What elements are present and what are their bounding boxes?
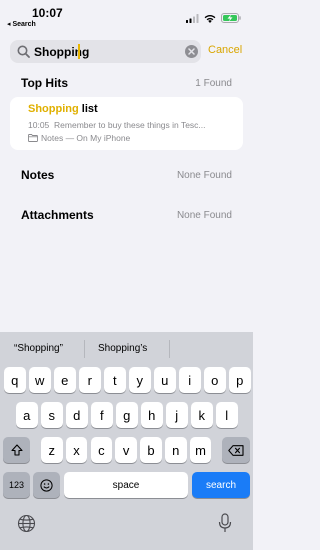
shift-icon — [10, 444, 23, 456]
emoji-icon — [40, 478, 53, 492]
key-c[interactable]: c — [90, 437, 113, 463]
suggestion-divider — [84, 340, 85, 358]
suggestion-divider — [169, 340, 170, 358]
attachments-section-title: Attachments — [21, 208, 94, 222]
result-snippet: Remember to buy these things in Tesc... — [54, 120, 206, 130]
status-time: 10:07 — [32, 6, 63, 20]
key-r[interactable]: r — [79, 367, 101, 393]
notes-section-title: Notes — [21, 168, 55, 182]
suggestion-1[interactable]: “Shopping” — [14, 343, 63, 354]
top-hits-title: Top Hits — [21, 76, 69, 90]
globe-icon[interactable] — [17, 514, 36, 533]
notes-count: None Found — [176, 170, 232, 181]
key-m[interactable]: m — [189, 437, 212, 463]
key-s[interactable]: s — [41, 402, 63, 428]
key-y[interactable]: y — [129, 367, 151, 393]
key-e[interactable]: e — [54, 367, 76, 393]
result-title: Shopping list — [28, 103, 98, 115]
status-icons — [186, 13, 241, 23]
wifi-icon — [204, 14, 216, 23]
search-input[interactable] — [34, 44, 174, 59]
key-u[interactable]: u — [154, 367, 176, 393]
suggestion-2[interactable]: Shopping’s — [98, 343, 147, 354]
key-q[interactable]: q — [4, 367, 26, 393]
key-g[interactable]: g — [116, 402, 138, 428]
key-t[interactable]: t — [104, 367, 126, 393]
delete-icon — [228, 444, 244, 456]
key-k[interactable]: k — [191, 402, 213, 428]
key-l[interactable]: l — [216, 402, 238, 428]
key-n[interactable]: n — [165, 437, 187, 463]
key-x[interactable]: x — [65, 437, 88, 463]
key-o[interactable]: o — [204, 367, 226, 393]
search-key[interactable]: search — [192, 472, 250, 498]
key-h[interactable]: h — [141, 402, 163, 428]
shift-key[interactable] — [3, 437, 30, 463]
delete-key[interactable] — [222, 437, 250, 463]
result-preview: 10:05 Remember to buy these things in Te… — [28, 120, 236, 130]
clear-icon — [188, 48, 195, 55]
microphone-icon[interactable] — [218, 513, 232, 533]
attachments-count: None Found — [176, 210, 232, 221]
emoji-key[interactable] — [33, 472, 60, 498]
top-hits-count: 1 Found — [195, 78, 232, 89]
key-p[interactable]: p — [229, 367, 251, 393]
numbers-key[interactable]: 123 — [3, 472, 30, 498]
key-j[interactable]: j — [166, 402, 188, 428]
cancel-button[interactable]: Cancel — [208, 44, 242, 56]
key-f[interactable]: f — [91, 402, 113, 428]
top-hit-result[interactable]: Shopping list 10:05 Remember to buy thes… — [10, 97, 243, 150]
key-w[interactable]: w — [29, 367, 51, 393]
result-location-row: Notes — On My iPhone — [28, 133, 130, 143]
result-location: Notes — On My iPhone — [41, 133, 131, 143]
key-b[interactable]: b — [140, 437, 162, 463]
result-title-highlight: Shopping — [28, 103, 79, 115]
clear-search-button[interactable] — [185, 45, 198, 58]
key-a[interactable]: a — [16, 402, 38, 428]
folder-icon — [28, 134, 38, 142]
key-i[interactable]: i — [179, 367, 201, 393]
key-d[interactable]: d — [66, 402, 88, 428]
text-caret — [78, 44, 80, 59]
search-icon — [17, 45, 30, 58]
search-field[interactable] — [10, 40, 201, 63]
key-v[interactable]: v — [115, 437, 137, 463]
battery-charging-icon — [221, 13, 241, 23]
key-z[interactable]: z — [41, 437, 63, 463]
result-title-rest: list — [78, 103, 98, 115]
signal-icon — [186, 13, 199, 23]
result-time: 10:05 — [28, 120, 50, 130]
back-to-search-link[interactable]: ◂ Search — [7, 20, 36, 28]
space-key[interactable]: space — [64, 472, 188, 498]
